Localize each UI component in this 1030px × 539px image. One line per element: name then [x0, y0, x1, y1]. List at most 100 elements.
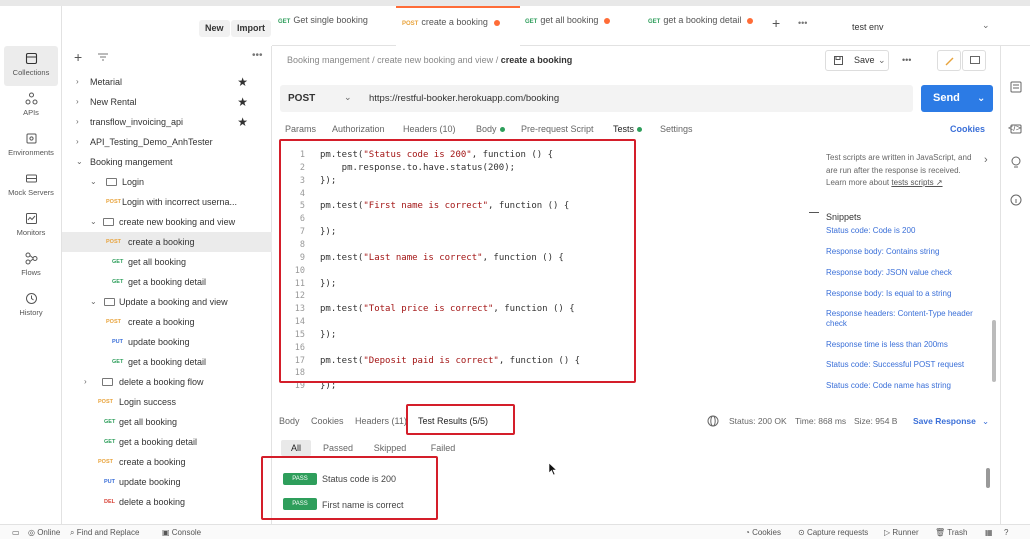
find-replace-button[interactable]: ⌕ Find and Replace [70, 528, 139, 538]
more-tabs-icon[interactable]: ••• [798, 18, 807, 28]
star-icon[interactable]: ★ [237, 72, 248, 92]
tab-tests[interactable]: Tests [613, 124, 643, 134]
new-tab-icon[interactable]: + [772, 15, 780, 31]
snippet-item[interactable]: Status code: Code name has string [826, 381, 990, 391]
tab-get-a-booking-detail[interactable]: GET get a booking detail [648, 6, 768, 46]
chevron-down-icon[interactable]: ⌄ [982, 20, 990, 31]
cookies-link[interactable]: Cookies [950, 124, 985, 134]
tab-authorization[interactable]: Authorization [332, 124, 385, 134]
layout-icon[interactable]: ▭ [12, 528, 20, 537]
snippet-item[interactable]: Response headers: Content-Type header ch… [826, 309, 990, 329]
tree-request[interactable]: GET get all booking [62, 412, 272, 432]
tree-collection[interactable]: ⌄ Booking mangement [62, 152, 272, 172]
save-button[interactable]: Save ⌄ [825, 50, 889, 71]
rail-mock-servers[interactable]: Mock Servers [4, 166, 58, 206]
tab-settings[interactable]: Settings [660, 124, 693, 134]
environment-select[interactable]: test env [852, 22, 884, 32]
tab-params[interactable]: Params [285, 124, 316, 134]
filter-all[interactable]: All [281, 440, 311, 456]
snippet-item[interactable]: Response body: Contains string [826, 247, 990, 257]
grid-icon[interactable]: ▦ [985, 528, 993, 537]
tree-collection[interactable]: › Metarial ★ [62, 72, 272, 92]
filter-passed[interactable]: Passed [316, 440, 360, 456]
tab-get-all-booking[interactable]: GET get all booking [525, 6, 643, 46]
new-button[interactable]: New [199, 20, 230, 37]
tab-get-single-booking[interactable]: GET Get single booking [278, 6, 396, 46]
chevron-down-icon[interactable]: ⌄ [878, 51, 886, 70]
cookies-button[interactable]: ◔ Cookies [745, 528, 781, 537]
online-status[interactable]: ◎ Online [28, 528, 60, 537]
tree-request[interactable]: PUT update booking [62, 472, 272, 492]
code-snippet-icon[interactable]: </> [1008, 123, 1021, 133]
capture-requests-button[interactable]: ⊙ Capture requests [798, 528, 868, 537]
snippets-scrollbar[interactable] [992, 320, 996, 382]
results-scrollbar[interactable] [986, 468, 990, 488]
tab-prerequest[interactable]: Pre-request Script [521, 124, 594, 134]
lightbulb-icon[interactable] [1010, 156, 1022, 169]
more-icon[interactable]: ••• [902, 55, 911, 65]
rail-environments[interactable]: Environments [4, 126, 58, 166]
snippet-item[interactable]: Response time is less than 200ms [826, 340, 990, 350]
info-icon[interactable] [1010, 194, 1022, 206]
tree-request[interactable]: GET get a booking detail [62, 272, 272, 292]
tab-headers[interactable]: Headers (10) [403, 124, 456, 134]
url-input[interactable]: https://restful-booker.herokuapp.com/boo… [369, 93, 559, 104]
import-button[interactable]: Import [231, 20, 271, 37]
tree-request[interactable]: POST Login success [62, 392, 272, 412]
runner-button[interactable]: ▷ Runner [884, 528, 919, 537]
rail-flows[interactable]: Flows [4, 246, 58, 286]
trash-button[interactable]: 🗑 Trash [935, 528, 967, 537]
tab-body[interactable]: Body [476, 124, 505, 134]
snippet-item[interactable]: Response body: JSON value check [826, 268, 990, 278]
tree-request[interactable]: GET get all booking [62, 252, 272, 272]
send-button[interactable]: Send ⌄ [921, 85, 993, 112]
filter-skipped[interactable]: Skipped [365, 440, 415, 456]
tree-folder[interactable]: ⌄ Login [62, 172, 272, 192]
tests-scripts-link[interactable]: tests scripts ↗ [891, 178, 942, 187]
console-button[interactable]: ▣ Console [162, 528, 201, 537]
tree-collection[interactable]: › transflow_invoicing_api ★ [62, 112, 272, 132]
tree-request[interactable]: POST create a booking [62, 452, 272, 472]
save-response-button[interactable]: Save Response [913, 416, 976, 426]
star-icon[interactable]: ★ [237, 112, 248, 132]
more-icon[interactable]: ••• [252, 50, 263, 61]
tree-collection[interactable]: › API_Testing_Demo_AnhTester [62, 132, 272, 152]
tree-request[interactable]: POST create a booking [62, 312, 272, 332]
edit-button[interactable] [937, 50, 961, 71]
tree-request-selected[interactable]: POST create a booking [62, 232, 272, 252]
rail-collections[interactable]: Collections [4, 46, 58, 86]
tree-request[interactable]: POST Login with incorrect userna... [62, 192, 272, 212]
snippet-item[interactable]: Status code: Successful POST request [826, 360, 990, 370]
tree-request[interactable]: PUT update booking [62, 332, 272, 352]
chevron-down-icon[interactable]: ⌄ [982, 416, 989, 427]
filter-icon[interactable] [98, 53, 108, 61]
method-select[interactable]: POST [288, 93, 315, 104]
rail-apis[interactable]: APIs [4, 86, 58, 126]
response-tab-body[interactable]: Body [279, 416, 300, 426]
chevron-down-icon[interactable]: ⌄ [977, 85, 985, 112]
snippet-item[interactable]: Status code: Code is 200 [826, 226, 990, 236]
help-icon[interactable]: ? [1004, 528, 1008, 537]
rail-monitors[interactable]: Monitors [4, 206, 58, 246]
response-tab-cookies[interactable]: Cookies [311, 416, 344, 426]
snippet-item[interactable]: Response body: Is equal to a string [826, 289, 990, 299]
tree-request[interactable]: DEL delete a booking [62, 492, 272, 512]
tab-create-a-booking[interactable]: POST create a booking [396, 6, 520, 46]
tree-folder[interactable]: ⌄ Update a booking and view [62, 292, 272, 312]
response-tab-headers[interactable]: Headers (11) [355, 416, 407, 426]
tree-collection[interactable]: › New Rental ★ [62, 92, 272, 112]
tree-folder[interactable]: ⌄ create new booking and view [62, 212, 272, 232]
rail-history[interactable]: History [4, 286, 58, 326]
chevron-down-icon[interactable]: ⌄ [344, 92, 352, 103]
breadcrumb-collection[interactable]: Booking mangement [287, 55, 370, 65]
star-icon[interactable]: ★ [237, 92, 248, 112]
filter-failed[interactable]: Failed [420, 440, 466, 456]
tree-folder[interactable]: › delete a booking flow [62, 372, 272, 392]
tree-request[interactable]: GET get a booking detail [62, 352, 272, 372]
breadcrumb-folder[interactable]: create new booking and view [377, 55, 493, 65]
add-icon[interactable]: + [74, 49, 82, 65]
documentation-icon[interactable] [1010, 81, 1022, 93]
comments-button[interactable] [962, 50, 986, 71]
chevron-right-icon[interactable]: › [984, 154, 988, 166]
tree-request[interactable]: GET get a booking detail [62, 432, 272, 452]
